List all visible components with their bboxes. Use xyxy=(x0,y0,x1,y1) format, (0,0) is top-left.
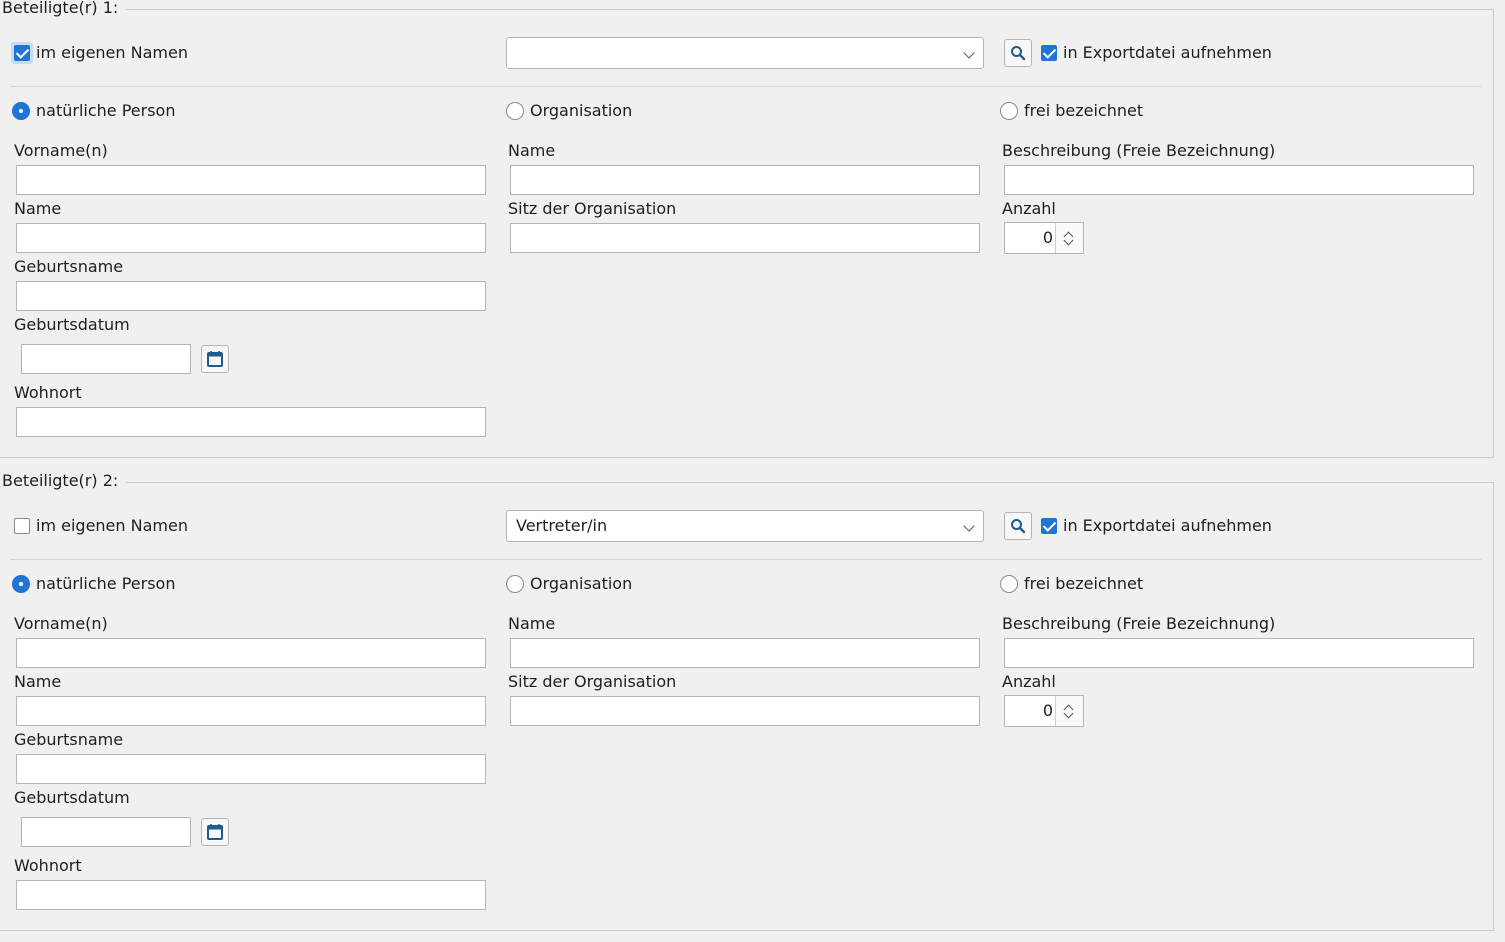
birth-name-label: Geburtsname xyxy=(14,730,124,749)
org-name-label: Name xyxy=(508,614,556,633)
residence-input[interactable] xyxy=(16,880,486,910)
count-label: Anzahl xyxy=(1002,199,1056,218)
org-name-label: Name xyxy=(508,141,556,160)
radio-organisation[interactable] xyxy=(506,575,524,593)
own-name-label: im eigenen Namen xyxy=(36,516,188,535)
first-names-input[interactable] xyxy=(16,165,486,195)
birth-name-label: Geburtsname xyxy=(14,257,124,276)
spinner-buttons[interactable] xyxy=(1055,696,1083,726)
separator xyxy=(10,86,1481,87)
org-name-input[interactable] xyxy=(510,638,980,668)
radio-free[interactable] xyxy=(1000,102,1018,120)
chevron-down-icon xyxy=(963,520,975,532)
chevron-down-icon xyxy=(963,47,975,59)
calendar-icon xyxy=(207,351,223,367)
radio-organisation[interactable] xyxy=(506,102,524,120)
description-label: Beschreibung (Freie Bezeichnung) xyxy=(1002,614,1276,633)
count-value: 0 xyxy=(1042,228,1053,247)
search-button[interactable] xyxy=(1004,512,1032,540)
count-spinner[interactable]: 0 xyxy=(1004,222,1084,254)
role-select-value: Vertreter/in xyxy=(516,516,608,535)
participant-group-1: Beteiligte(r) 1: im eigenen Namen in Exp… xyxy=(0,0,1494,458)
birth-date-input[interactable] xyxy=(21,344,191,374)
search-icon xyxy=(1011,519,1026,534)
group-title: Beteiligte(r) 1: xyxy=(0,0,127,18)
participant-group-2: Beteiligte(r) 2: im eigenen Namen Vertre… xyxy=(0,471,1494,931)
description-input[interactable] xyxy=(1004,638,1474,668)
radio-natural-person-label: natürliche Person xyxy=(36,101,176,120)
description-label: Beschreibung (Freie Bezeichnung) xyxy=(1002,141,1276,160)
name-input[interactable] xyxy=(16,696,486,726)
export-label: in Exportdatei aufnehmen xyxy=(1063,43,1272,62)
org-seat-input[interactable] xyxy=(510,696,980,726)
date-picker-button[interactable] xyxy=(201,818,229,846)
export-checkbox[interactable] xyxy=(1041,45,1057,61)
count-spinner[interactable]: 0 xyxy=(1004,695,1084,727)
separator xyxy=(10,559,1481,560)
calendar-icon xyxy=(207,824,223,840)
radio-natural-person[interactable] xyxy=(12,102,30,120)
radio-organisation-label: Organisation xyxy=(530,574,633,593)
residence-input[interactable] xyxy=(16,407,486,437)
radio-free-label: frei bezeichnet xyxy=(1024,574,1144,593)
org-seat-input[interactable] xyxy=(510,223,980,253)
birth-date-input[interactable] xyxy=(21,817,191,847)
radio-natural-person-label: natürliche Person xyxy=(36,574,176,593)
role-select[interactable] xyxy=(506,37,984,69)
search-icon xyxy=(1011,46,1026,61)
radio-natural-person[interactable] xyxy=(12,575,30,593)
name-input[interactable] xyxy=(16,223,486,253)
search-button[interactable] xyxy=(1004,39,1032,67)
export-checkbox[interactable] xyxy=(1041,518,1057,534)
residence-label: Wohnort xyxy=(14,856,82,875)
birth-date-label: Geburtsdatum xyxy=(14,788,130,807)
residence-label: Wohnort xyxy=(14,383,82,402)
org-seat-label: Sitz der Organisation xyxy=(508,672,677,691)
radio-free[interactable] xyxy=(1000,575,1018,593)
description-input[interactable] xyxy=(1004,165,1474,195)
radio-organisation-label: Organisation xyxy=(530,101,633,120)
birth-name-input[interactable] xyxy=(16,754,486,784)
org-name-input[interactable] xyxy=(510,165,980,195)
org-seat-label: Sitz der Organisation xyxy=(508,199,677,218)
spinner-buttons[interactable] xyxy=(1055,223,1083,253)
radio-free-label: frei bezeichnet xyxy=(1024,101,1144,120)
count-label: Anzahl xyxy=(1002,672,1056,691)
export-label: in Exportdatei aufnehmen xyxy=(1063,516,1272,535)
first-names-label: Vorname(n) xyxy=(14,614,108,633)
birth-name-input[interactable] xyxy=(16,281,486,311)
first-names-input[interactable] xyxy=(16,638,486,668)
count-value: 0 xyxy=(1042,701,1053,720)
first-names-label: Vorname(n) xyxy=(14,141,108,160)
role-select[interactable]: Vertreter/in xyxy=(506,510,984,542)
own-name-checkbox[interactable] xyxy=(14,45,30,61)
name-label: Name xyxy=(14,199,62,218)
own-name-checkbox[interactable] xyxy=(14,518,30,534)
name-label: Name xyxy=(14,672,62,691)
group-title: Beteiligte(r) 2: xyxy=(0,471,127,491)
birth-date-label: Geburtsdatum xyxy=(14,315,130,334)
date-picker-button[interactable] xyxy=(201,345,229,373)
own-name-label: im eigenen Namen xyxy=(36,43,188,62)
